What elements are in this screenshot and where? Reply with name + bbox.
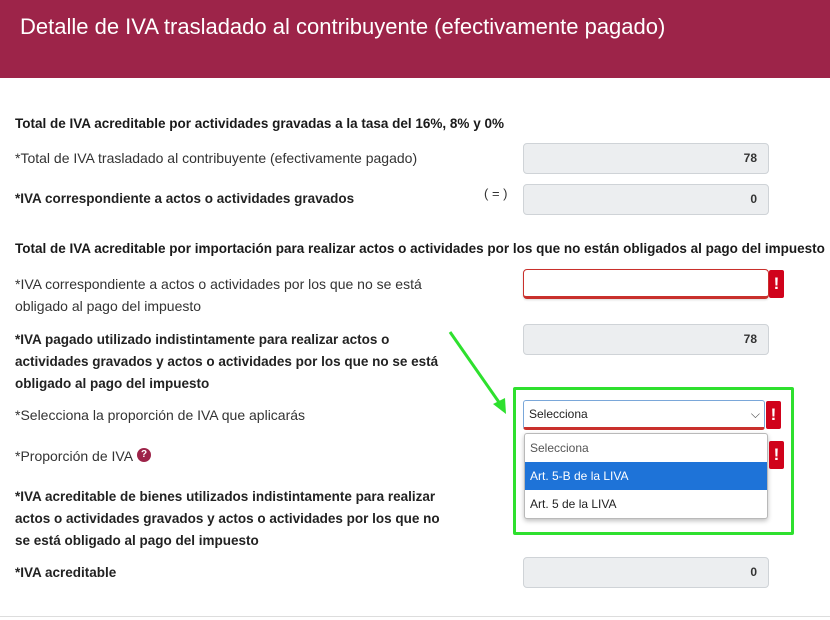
iva-actos-gravados-field: 0	[523, 184, 769, 215]
label-iva-no-obligado-line2: obligado al pago del impuesto	[15, 298, 202, 314]
section-title-16-8-0: Total de IVA acreditable por actividades…	[15, 116, 504, 131]
label-iva-bienes-indistintamente: *IVA acreditable de bienes utilizados in…	[15, 486, 440, 552]
label-iva-no-obligado: *IVA correspondiente a actos o actividad…	[15, 273, 422, 317]
page-header: Detalle de IVA trasladado al contribuyen…	[0, 0, 830, 78]
proporcion-dropdown-list: Selecciona Art. 5-B de la LIVA Art. 5 de…	[524, 433, 768, 519]
iva-pagado-field: 78	[523, 324, 769, 355]
section-title-importacion: Total de IVA acreditable por importación…	[15, 241, 825, 256]
label-proporcion-iva: *Proporción de IVA	[15, 448, 134, 464]
chevron-down-icon: ⌵	[750, 407, 760, 421]
select-value: Selecciona	[529, 407, 588, 421]
help-icon[interactable]: ?	[137, 448, 151, 462]
label-proporcion-select: *Selecciona la proporción de IVA que apl…	[15, 407, 306, 423]
proporcion-iva-select[interactable]: Selecciona ⌵	[523, 400, 765, 430]
label-iva-bienes-line3: se está obligado al pago del impuesto	[15, 533, 259, 548]
divider	[0, 616, 830, 617]
error-icon: !	[769, 441, 784, 469]
equals-operator: ( = )	[484, 186, 508, 201]
label-iva-pagado-line2: actividades gravados y actos o actividad…	[15, 354, 439, 369]
total-iva-trasladado-field: 78	[523, 143, 769, 174]
iva-no-obligado-input[interactable]	[523, 269, 769, 299]
iva-acreditable-field: 0	[523, 557, 769, 588]
label-iva-acreditable: *IVA acreditable	[15, 565, 117, 580]
label-iva-pagado-line1: *IVA pagado utilizado indistintamente pa…	[15, 332, 390, 347]
label-iva-bienes-line2: actos o actividades gravados y actos o a…	[15, 511, 440, 526]
dropdown-option-highlighted[interactable]: Art. 5-B de la LIVA	[525, 462, 767, 490]
label-iva-pagado-indistintamente: *IVA pagado utilizado indistintamente pa…	[15, 329, 438, 395]
label-total-iva-trasladado: *Total de IVA trasladado al contribuyent…	[15, 150, 418, 166]
label-iva-pagado-line3: obligado al pago del impuesto	[15, 376, 210, 391]
page-title: Detalle de IVA trasladado al contribuyen…	[20, 14, 666, 39]
label-iva-no-obligado-line1: *IVA correspondiente a actos o actividad…	[15, 276, 422, 292]
label-iva-actos-gravados: *IVA correspondiente a actos o actividad…	[15, 191, 355, 206]
dropdown-option[interactable]: Selecciona	[525, 434, 767, 462]
error-icon: !	[769, 270, 784, 298]
label-iva-bienes-line1: *IVA acreditable de bienes utilizados in…	[15, 489, 436, 504]
dropdown-option[interactable]: Art. 5 de la LIVA	[525, 490, 767, 518]
annotation-arrow-icon	[448, 331, 506, 414]
error-icon: !	[766, 401, 781, 429]
